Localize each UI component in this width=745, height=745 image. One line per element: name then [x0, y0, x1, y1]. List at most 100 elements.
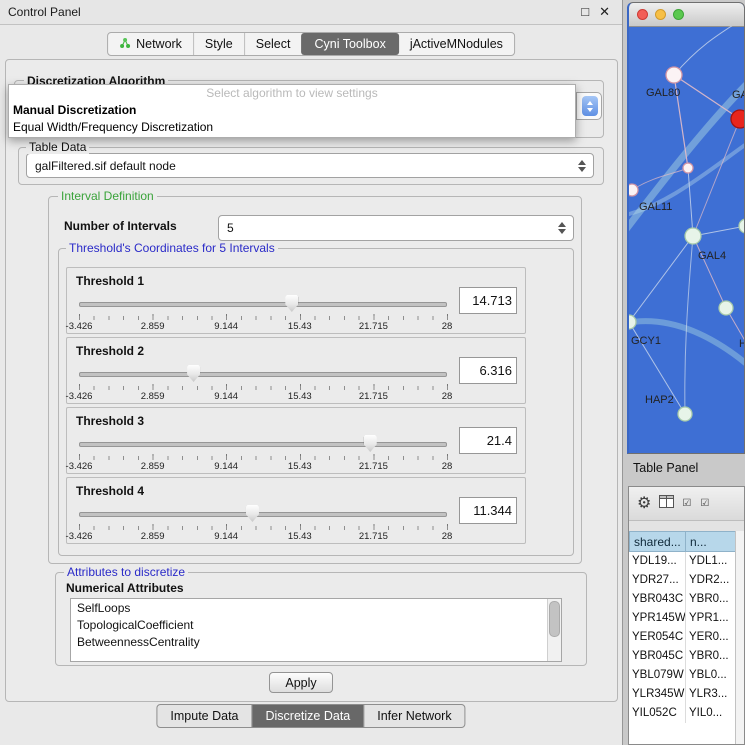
slider-tick-label: -3.426 — [66, 531, 93, 542]
threshold-slider[interactable] — [79, 435, 447, 453]
tab-style[interactable]: Style — [193, 33, 244, 55]
column-header-shared-name[interactable]: shared... — [629, 531, 686, 552]
network-node-label: GAL4 — [698, 250, 726, 262]
network-node[interactable] — [739, 219, 745, 233]
float-window-icon[interactable]: □ — [581, 4, 589, 20]
slider-track[interactable] — [79, 442, 447, 447]
tab-infer-network[interactable]: Infer Network — [363, 705, 464, 727]
table-cell: YBL079W — [629, 666, 686, 685]
network-titlebar[interactable] — [629, 3, 744, 27]
close-window-icon[interactable]: ✕ — [599, 4, 610, 20]
num-intervals-select[interactable]: 5 — [218, 215, 574, 241]
algorithm-combobox-fragment[interactable] — [576, 92, 602, 120]
slider-tick-label: 15.43 — [288, 531, 312, 542]
dropdown-option-equal-width[interactable]: Equal Width/Frequency Discretization — [9, 119, 575, 136]
table-scrollbar[interactable] — [735, 531, 744, 744]
network-node[interactable] — [678, 407, 692, 421]
slider-tick-label: 28 — [442, 461, 453, 472]
attribute-list-item[interactable]: TopologicalCoefficient — [71, 617, 548, 634]
threshold-label: Threshold 3 — [76, 414, 144, 428]
threshold-value-input[interactable] — [459, 497, 517, 524]
dropdown-placeholder: Select algorithm to view settings — [9, 85, 575, 102]
slider-track[interactable] — [79, 302, 447, 307]
network-canvas[interactable]: GAL80GAGAL11GAL4GCY1HHAP2 — [629, 26, 745, 454]
attribute-list-item[interactable]: SelfLoops — [71, 600, 548, 617]
table-row[interactable]: YBR045CYBR0... — [629, 647, 736, 666]
select-all-checkbox-icon[interactable]: ☑ — [682, 498, 692, 509]
threshold-value-input[interactable] — [459, 427, 517, 454]
attributes-list[interactable]: SelfLoopsTopologicalCoefficientBetweenne… — [70, 598, 562, 662]
slider-tick-labels: -3.4262.8599.14415.4321.71528 — [79, 461, 447, 471]
network-node-label: H — [739, 338, 745, 350]
slider-thumb[interactable] — [285, 295, 298, 312]
threshold-slider[interactable] — [79, 505, 447, 523]
network-node[interactable] — [719, 301, 733, 315]
threshold-value-input[interactable] — [459, 287, 517, 314]
network-node-label: HAP2 — [645, 394, 674, 406]
tab-jactivemnodules[interactable]: jActiveMNodules — [399, 33, 514, 55]
network-node[interactable] — [731, 110, 745, 128]
slider-thumb[interactable] — [246, 505, 259, 522]
network-node[interactable] — [685, 228, 701, 244]
titlebar-icons: □ ✕ — [581, 4, 610, 20]
columns-icon[interactable] — [659, 495, 674, 513]
network-node-label: GAL80 — [646, 87, 680, 99]
select-column-checkbox-icon[interactable]: ☑ — [700, 498, 710, 509]
table-row[interactable]: YLR345WYLR3... — [629, 685, 736, 704]
slider-tick-label: 2.859 — [141, 321, 165, 332]
slider-track[interactable] — [79, 512, 447, 517]
slider-tick-label: 15.43 — [288, 461, 312, 472]
threshold-slider[interactable] — [79, 295, 447, 313]
table-row[interactable]: YDL19...YDL1... — [629, 552, 736, 571]
tab-impute-data[interactable]: Impute Data — [157, 705, 251, 727]
threshold-slider[interactable] — [79, 365, 447, 383]
network-node[interactable] — [629, 315, 636, 329]
slider-tick-label: 21.715 — [359, 461, 388, 472]
table-cell: YER0... — [686, 628, 736, 647]
zoom-light-icon[interactable] — [673, 9, 684, 20]
close-light-icon[interactable] — [637, 9, 648, 20]
tab-network[interactable]: Network — [108, 33, 193, 55]
table-data-select[interactable]: galFiltered.sif default node — [26, 153, 594, 178]
table-row[interactable]: YBL079WYBL0... — [629, 666, 736, 685]
slider-track[interactable] — [79, 372, 447, 377]
dropdown-option-manual[interactable]: Manual Discretization — [9, 102, 575, 119]
table-row[interactable]: YDR27...YDR2... — [629, 571, 736, 590]
tab-cyni-toolbox[interactable]: Cyni Toolbox — [301, 33, 398, 55]
apply-button[interactable]: Apply — [269, 672, 333, 693]
stepper-arrows-icon[interactable] — [582, 96, 598, 116]
slider-tick-labels: -3.4262.8599.14415.4321.71528 — [79, 391, 447, 401]
slider-minor-ticks — [79, 456, 448, 460]
network-node[interactable] — [683, 163, 693, 173]
tab-discretize-data[interactable]: Discretize Data — [252, 705, 364, 727]
gear-icon[interactable]: ⚙ — [637, 496, 651, 512]
screen: Control Panel □ ✕ Network Style Select C… — [0, 0, 745, 745]
list-scrollbar-thumb[interactable] — [549, 601, 560, 637]
attribute-list-item[interactable]: BetweennessCentrality — [71, 634, 548, 651]
slider-tick-label: 21.715 — [359, 391, 388, 402]
table-cell: YDL19... — [629, 552, 686, 571]
table-row[interactable]: YER054CYER0... — [629, 628, 736, 647]
slider-thumb[interactable] — [187, 365, 200, 382]
table-cell: YBR045C — [629, 647, 686, 666]
threshold-value-input[interactable] — [459, 357, 517, 384]
network-node[interactable] — [629, 184, 638, 196]
minimize-light-icon[interactable] — [655, 9, 666, 20]
bottom-tabbar: Impute Data Discretize Data Infer Networ… — [156, 704, 465, 728]
slider-thumb[interactable] — [364, 435, 377, 452]
network-node[interactable] — [666, 67, 682, 83]
table-data-selected-value: galFiltered.sif default node — [35, 159, 176, 173]
slider-tick-label: 28 — [442, 321, 453, 332]
table-cell: YPR1... — [686, 609, 736, 628]
table-row[interactable]: YPR145WYPR1... — [629, 609, 736, 628]
network-window: GAL80GAGAL11GAL4GCY1HHAP2 — [627, 2, 745, 454]
network-node-label: GA — [732, 89, 745, 101]
list-scrollbar[interactable] — [547, 599, 561, 661]
slider-tick-label: 28 — [442, 391, 453, 402]
table-header: shared... n... — [629, 531, 744, 552]
slider-tick-label: 21.715 — [359, 321, 388, 332]
tab-label: Select — [256, 37, 291, 51]
table-row[interactable]: YBR043CYBR0... — [629, 590, 736, 609]
table-row[interactable]: YIL052CYIL0... — [629, 704, 736, 723]
tab-select[interactable]: Select — [244, 33, 302, 55]
